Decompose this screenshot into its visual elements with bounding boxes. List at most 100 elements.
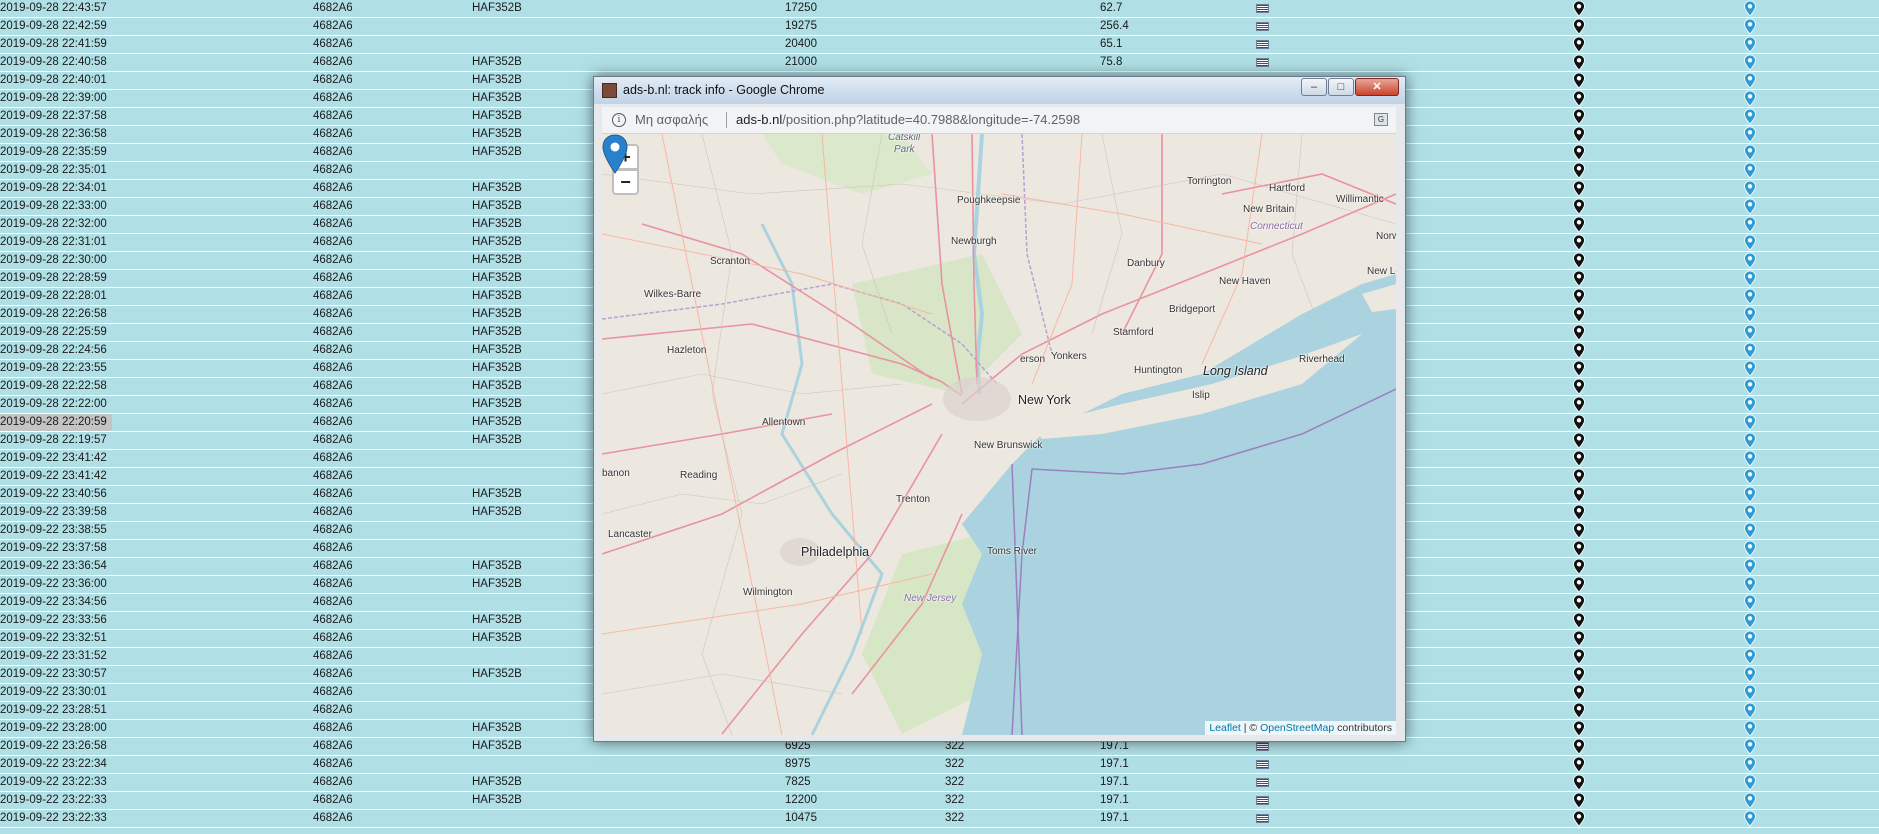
- map-pin-icon[interactable]: [1572, 648, 1586, 665]
- map-pin-icon[interactable]: [1572, 108, 1586, 125]
- map-pin-icon[interactable]: [1572, 270, 1586, 287]
- map-pin-blue-icon[interactable]: [1743, 630, 1757, 647]
- map-pin-icon[interactable]: [1572, 522, 1586, 539]
- map-pin-blue-icon[interactable]: [1743, 72, 1757, 89]
- map-pin-icon[interactable]: [1572, 0, 1586, 17]
- map-pin-icon[interactable]: [1572, 486, 1586, 503]
- map-pin-blue-icon[interactable]: [1743, 342, 1757, 359]
- map-pin-icon[interactable]: [1572, 738, 1586, 755]
- map-pin-blue-icon[interactable]: [1743, 144, 1757, 161]
- table-row[interactable]: 2019-09-28 22:40:58 4682A6 HAF352B 21000 75.…: [0, 54, 1879, 72]
- map-pin-icon[interactable]: [1572, 396, 1586, 413]
- map-pin-blue-icon[interactable]: [1743, 504, 1757, 521]
- leaflet-link[interactable]: Leaflet: [1209, 722, 1241, 734]
- map-pin-icon[interactable]: [1572, 684, 1586, 701]
- map-pin-blue-icon[interactable]: [1743, 558, 1757, 575]
- map-pin-icon[interactable]: [1572, 504, 1586, 521]
- map-pin-blue-icon[interactable]: [1743, 288, 1757, 305]
- map-pin-blue-icon[interactable]: [1743, 0, 1757, 17]
- map-pin-icon[interactable]: [1572, 612, 1586, 629]
- map-pin-blue-icon[interactable]: [1743, 306, 1757, 323]
- map-pin-blue-icon[interactable]: [1743, 180, 1757, 197]
- map-pin-blue-icon[interactable]: [1743, 720, 1757, 737]
- map-pin-icon[interactable]: [1572, 810, 1586, 827]
- map-pin-blue-icon[interactable]: [1743, 378, 1757, 395]
- leaflet-map[interactable]: + − Catskill Park Torrington Hartford Wi…: [602, 134, 1396, 735]
- translate-icon[interactable]: G: [1374, 113, 1388, 126]
- map-pin-icon[interactable]: [1572, 720, 1586, 737]
- map-pin-icon[interactable]: [1572, 162, 1586, 179]
- map-pin-blue-icon[interactable]: [1743, 792, 1757, 809]
- minimize-button[interactable]: –: [1301, 78, 1327, 96]
- map-pin-blue-icon[interactable]: [1743, 432, 1757, 449]
- map-pin-icon[interactable]: [1572, 342, 1586, 359]
- map-pin-icon[interactable]: [1572, 360, 1586, 377]
- map-pin-icon[interactable]: [1572, 756, 1586, 773]
- map-pin-blue-icon[interactable]: [1743, 162, 1757, 179]
- map-pin-blue-icon[interactable]: [1743, 90, 1757, 107]
- map-pin-icon[interactable]: [1572, 90, 1586, 107]
- table-row[interactable]: 2019-09-28 22:42:59 4682A6 19275 256.4: [0, 18, 1879, 36]
- map-pin-icon[interactable]: [1572, 576, 1586, 593]
- map-pin-icon[interactable]: [1572, 630, 1586, 647]
- map-pin-blue-icon[interactable]: [1743, 450, 1757, 467]
- map-pin-blue-icon[interactable]: [1743, 198, 1757, 215]
- address-bar[interactable]: i Μη ασφαλής ads-b.nl/position.php?latit…: [602, 107, 1396, 134]
- map-pin-icon[interactable]: [1572, 558, 1586, 575]
- map-pin-icon[interactable]: [1572, 234, 1586, 251]
- security-label[interactable]: Μη ασφαλής: [635, 112, 708, 127]
- map-pin-icon[interactable]: [1572, 324, 1586, 341]
- map-pin-icon[interactable]: [1572, 198, 1586, 215]
- map-pin-blue-icon[interactable]: [1743, 414, 1757, 431]
- map-pin-blue-icon[interactable]: [1743, 522, 1757, 539]
- map-pin-blue-icon[interactable]: [1743, 648, 1757, 665]
- map-pin-icon[interactable]: [1572, 594, 1586, 611]
- map-pin-blue-icon[interactable]: [1743, 756, 1757, 773]
- map-pin-blue-icon[interactable]: [1743, 684, 1757, 701]
- osm-link[interactable]: OpenStreetMap: [1260, 722, 1334, 734]
- map-pin-icon[interactable]: [1572, 288, 1586, 305]
- map-pin-icon[interactable]: [1572, 216, 1586, 233]
- map-pin-blue-icon[interactable]: [1743, 36, 1757, 53]
- map-pin-blue-icon[interactable]: [1743, 666, 1757, 683]
- window-titlebar[interactable]: ads-b.nl: track info - Google Chrome – □…: [594, 77, 1405, 104]
- map-pin-icon[interactable]: [1572, 468, 1586, 485]
- table-row[interactable]: 2019-09-22 23:22:33 4682A6 HAF352B 12200 322…: [0, 792, 1879, 810]
- map-pin-blue-icon[interactable]: [1743, 810, 1757, 827]
- map-pin-icon[interactable]: [1572, 180, 1586, 197]
- map-pin-blue-icon[interactable]: [1743, 18, 1757, 35]
- map-pin-blue-icon[interactable]: [1743, 324, 1757, 341]
- map-pin-icon[interactable]: [1572, 792, 1586, 809]
- map-pin-icon[interactable]: [1572, 18, 1586, 35]
- map-pin-icon[interactable]: [1572, 126, 1586, 143]
- map-pin-icon[interactable]: [1572, 774, 1586, 791]
- map-pin-blue-icon[interactable]: [1743, 126, 1757, 143]
- map-pin-blue-icon[interactable]: [1743, 54, 1757, 71]
- map-pin-icon[interactable]: [1572, 36, 1586, 53]
- map-pin-icon[interactable]: [1572, 540, 1586, 557]
- map-pin-blue-icon[interactable]: [1743, 738, 1757, 755]
- map-pin-icon[interactable]: [1572, 306, 1586, 323]
- url-text[interactable]: ads-b.nl/position.php?latitude=40.7988&l…: [736, 112, 1080, 127]
- map-pin-blue-icon[interactable]: [1743, 576, 1757, 593]
- map-pin-icon[interactable]: [1572, 702, 1586, 719]
- map-pin-icon[interactable]: [1572, 450, 1586, 467]
- location-marker-icon[interactable]: [602, 134, 628, 174]
- map-pin-blue-icon[interactable]: [1743, 252, 1757, 269]
- map-pin-blue-icon[interactable]: [1743, 702, 1757, 719]
- info-icon[interactable]: i: [612, 113, 626, 127]
- map-pin-blue-icon[interactable]: [1743, 360, 1757, 377]
- map-pin-icon[interactable]: [1572, 144, 1586, 161]
- map-pin-icon[interactable]: [1572, 378, 1586, 395]
- map-pin-blue-icon[interactable]: [1743, 270, 1757, 287]
- map-pin-blue-icon[interactable]: [1743, 540, 1757, 557]
- map-pin-blue-icon[interactable]: [1743, 216, 1757, 233]
- map-pin-blue-icon[interactable]: [1743, 234, 1757, 251]
- table-row[interactable]: 2019-09-22 23:22:34 4682A6 8975 322 197.1: [0, 756, 1879, 774]
- map-pin-icon[interactable]: [1572, 252, 1586, 269]
- map-pin-icon[interactable]: [1572, 666, 1586, 683]
- map-pin-blue-icon[interactable]: [1743, 612, 1757, 629]
- map-pin-blue-icon[interactable]: [1743, 396, 1757, 413]
- map-pin-blue-icon[interactable]: [1743, 468, 1757, 485]
- maximize-button[interactable]: □: [1328, 78, 1354, 96]
